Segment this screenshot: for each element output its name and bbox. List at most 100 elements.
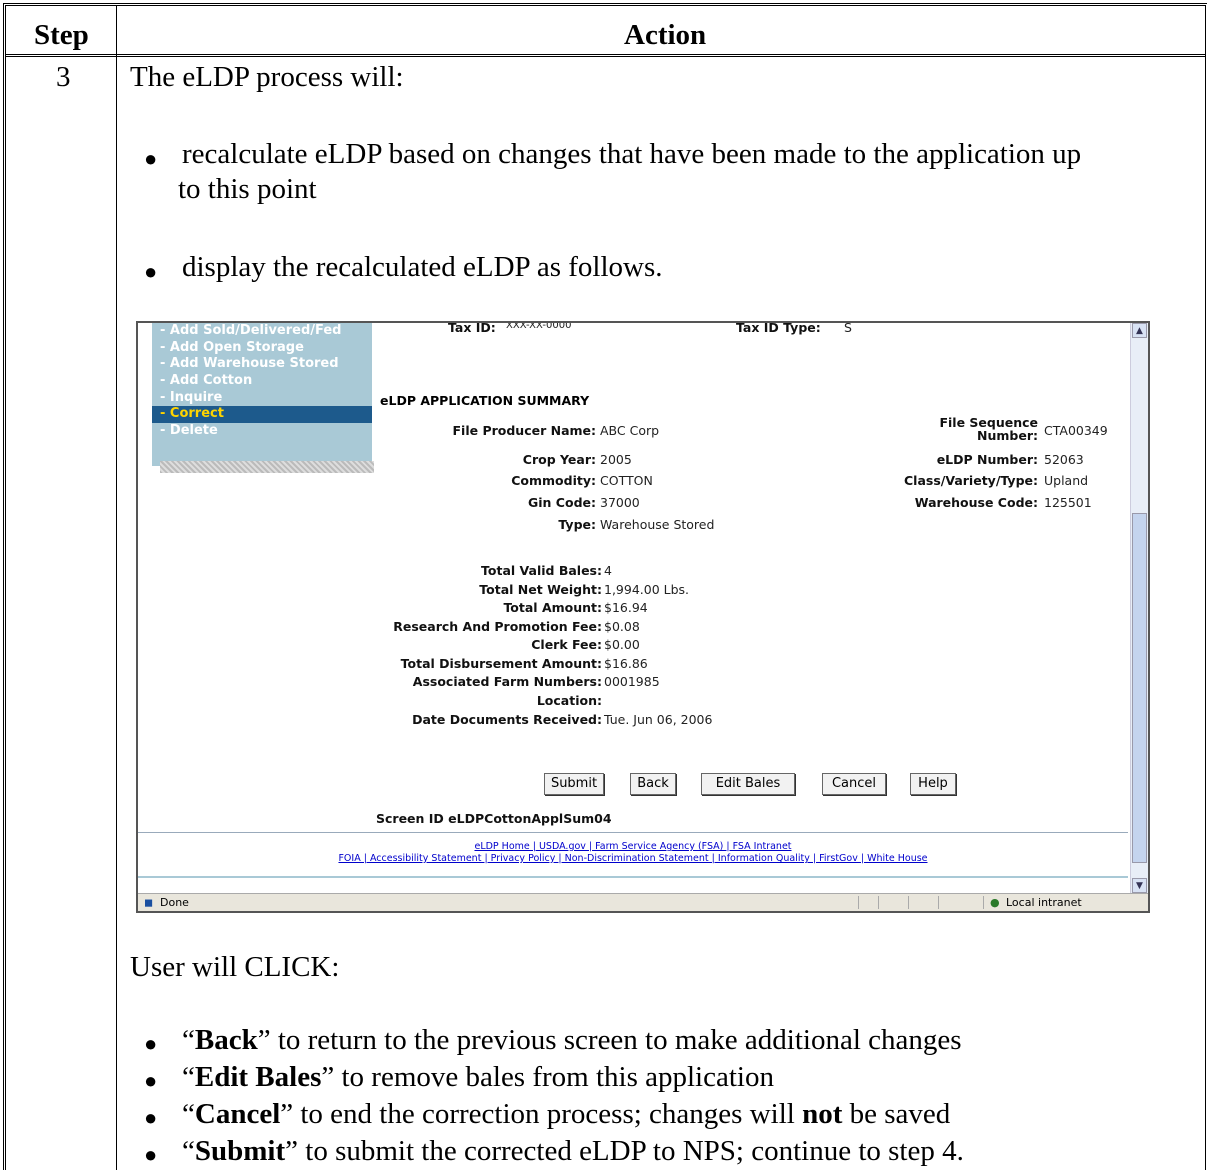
item-rest: ” to remove bales from this application (321, 1061, 774, 1093)
bullet-text: display the recalculated eLDP as follows… (182, 251, 663, 283)
quote: “ (182, 1061, 195, 1093)
edit-bales-button[interactable]: Edit Bales (701, 773, 795, 795)
header-step: Step (34, 19, 89, 51)
screen-id: Screen ID eLDPCottonApplSum04 (376, 811, 612, 826)
footer-links-primary[interactable]: eLDP Home | USDA.gov | Farm Service Agen… (138, 841, 1128, 852)
back-button[interactable]: Back (630, 773, 676, 795)
quote: “ (182, 1135, 195, 1167)
step-number: 3 (56, 61, 71, 93)
click-item-edit-bales: “Edit Bales” to remove bales from this a… (182, 1061, 774, 1094)
section-title: eLDP APPLICATION SUMMARY (380, 393, 590, 408)
field-label: Type: (558, 517, 596, 532)
click-item-back: “Back” to return to the previous screen … (182, 1024, 962, 1057)
scroll-up-icon[interactable]: ▲ (1132, 323, 1147, 338)
status-divider (983, 896, 984, 909)
help-button[interactable]: Help (910, 773, 956, 795)
total-value: $0.00 (604, 637, 640, 652)
side-menu: - Add Sold/Delivered/Fed - Add Open Stor… (152, 323, 372, 466)
field-value: Warehouse Stored (600, 517, 715, 532)
field-value: 37000 (600, 495, 640, 510)
status-bar: ◼ Done ● Local intranet (138, 893, 1148, 911)
quote: “ (182, 1098, 195, 1130)
menu-shadow (160, 461, 374, 473)
scroll-down-icon[interactable]: ▼ (1132, 878, 1147, 893)
cancel-button[interactable]: Cancel (822, 773, 886, 795)
field-value: 2005 (600, 452, 632, 467)
intranet-globe-icon: ● (990, 896, 1000, 909)
field-label: File Sequence Number: (939, 416, 1038, 442)
field-value: CTA00349 (1044, 423, 1108, 438)
bold-label: Back (194, 1024, 258, 1056)
bullet-dot: ● (144, 1068, 158, 1093)
menu-item[interactable]: - Add Cotton (152, 373, 372, 390)
menu-item[interactable]: - Inquire (152, 390, 372, 407)
total-label: Date Documents Received: (412, 712, 602, 727)
intro-text: The eLDP process will: (130, 61, 404, 93)
quote: “ (182, 1024, 195, 1056)
total-label: Associated Farm Numbers: (412, 674, 602, 689)
field-value: COTTON (600, 473, 653, 488)
bullet-dot: ● (144, 1142, 158, 1167)
click-item-cancel: “Cancel” to end the correction process; … (182, 1098, 950, 1131)
bullet-dot: ● (144, 259, 158, 284)
item-rest: ” to submit the corrected eLDP to NPS; c… (285, 1135, 964, 1167)
status-done: Done (160, 896, 189, 909)
field-label: Warehouse Code: (914, 495, 1038, 510)
menu-item[interactable]: - Add Open Storage (152, 340, 372, 357)
field-value: 52063 (1044, 452, 1084, 467)
field-value: ABC Corp (600, 423, 660, 438)
bold-not: not (802, 1098, 843, 1130)
item-rest: ” to end the correction process; changes… (280, 1098, 803, 1130)
field-label: Class/Variety/Type: (904, 473, 1038, 488)
field-label: Gin Code: (528, 495, 596, 510)
footer-links-secondary[interactable]: FOIA | Accessibility Statement | Privacy… (138, 853, 1128, 864)
total-value: $16.86 (604, 656, 648, 671)
status-divider (858, 896, 859, 909)
menu-item[interactable]: - Delete (152, 423, 372, 440)
menu-item-selected[interactable]: - Correct (152, 406, 372, 424)
field-label: Commodity: (511, 473, 596, 488)
tax-id-value: XXX-XX-0000 (506, 321, 572, 331)
field-label: File Producer Name: (452, 423, 597, 438)
total-label: Clerk Fee: (531, 637, 602, 652)
scroll-thumb[interactable] (1132, 513, 1147, 863)
tax-type-label: Tax ID Type: (736, 321, 821, 335)
total-value: 1,994.00 Lbs. (604, 582, 690, 597)
total-value: $0.08 (604, 619, 640, 634)
ie-page-icon: ◼ (144, 896, 154, 909)
total-label: Total Amount: (503, 600, 602, 615)
vertical-scrollbar[interactable]: ▲ ▼ (1130, 323, 1148, 893)
tax-id-label: Tax ID: (448, 321, 496, 335)
status-divider (878, 896, 879, 909)
total-value: Tue. Jun 06, 2006 (604, 712, 713, 727)
bullet-dot: ● (144, 146, 158, 171)
field-label: Crop Year: (522, 452, 596, 467)
user-click-text: User will CLICK: (130, 951, 340, 983)
total-label: Total Disbursement Amount: (400, 656, 602, 671)
status-divider (938, 896, 939, 909)
total-label: Total Net Weight: (479, 582, 602, 597)
field-value: 125501 (1044, 495, 1092, 510)
status-zone: Local intranet (1006, 896, 1082, 909)
field-label: eLDP Number: (936, 452, 1038, 467)
column-divider (116, 6, 117, 1170)
menu-item[interactable]: - Add Warehouse Stored (152, 356, 372, 373)
click-item-submit: “Submit” to submit the corrected eLDP to… (182, 1135, 964, 1168)
menu-item[interactable]: - Add Sold/Delivered/Fed (152, 323, 372, 340)
bullet-text: recalculate eLDP based on changes that h… (182, 138, 1082, 170)
bullet-text-cont: to this point (178, 173, 317, 205)
total-label: Research And Promotion Fee: (393, 619, 602, 634)
total-value: 0001985 (604, 674, 660, 689)
table-header: Step Action (6, 6, 1205, 57)
submit-button[interactable]: Submit (544, 773, 604, 795)
tax-type-value: S (844, 321, 852, 335)
bullet-dot: ● (144, 1031, 158, 1056)
status-divider (908, 896, 909, 909)
bold-label: Edit Bales (194, 1061, 322, 1093)
embedded-screenshot: - Add Sold/Delivered/Fed - Add Open Stor… (136, 321, 1150, 913)
total-value: $16.94 (604, 600, 648, 615)
total-value: 4 (604, 563, 612, 578)
bold-label: Submit (194, 1135, 286, 1167)
procedure-table: Step Action 3 The eLDP process will: ● r… (3, 3, 1207, 1170)
bullet-dot: ● (144, 1105, 158, 1130)
